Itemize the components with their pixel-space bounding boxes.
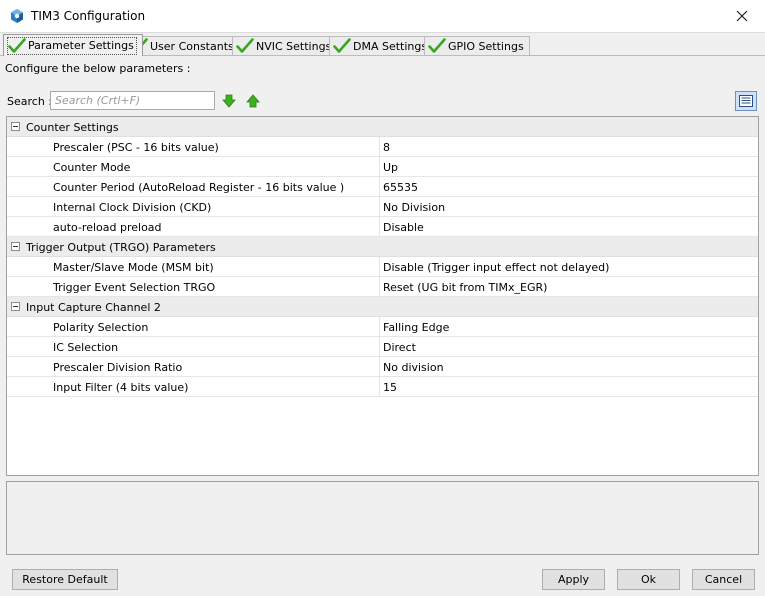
show-description-button[interactable] [735,91,757,111]
param-row[interactable]: auto-reload preload Disable [7,217,758,237]
param-value[interactable]: Up [383,161,398,174]
param-name: Prescaler (PSC - 16 bits value) [53,141,219,154]
tab-dma-settings[interactable]: DMA Settings [329,36,434,55]
green-check-icon [236,38,254,53]
param-row[interactable]: IC Selection Direct [7,337,758,357]
param-value[interactable]: Direct [383,341,416,354]
column-divider [379,177,380,196]
cancel-button[interactable]: Cancel [692,569,755,590]
tim3-configuration-dialog: TIM3 Configuration Parameter Settings Us… [0,0,765,596]
apply-button[interactable]: Apply [542,569,605,590]
column-divider [379,317,380,336]
tab-label: User Constants [150,39,234,53]
group-label: Input Capture Channel 2 [26,301,161,314]
title-bar: TIM3 Configuration [0,0,765,33]
param-name: IC Selection [53,341,119,354]
close-button[interactable] [719,0,765,32]
restore-default-button[interactable]: Restore Default [12,569,118,590]
configure-instructions: Configure the below parameters : [5,62,191,75]
param-row[interactable]: Master/Slave Mode (MSM bit) Disable (Tri… [7,257,758,277]
search-input[interactable] [50,91,215,110]
param-name: Master/Slave Mode (MSM bit) [53,261,214,274]
column-divider [379,217,380,236]
param-row[interactable]: Counter Period (AutoReload Register - 16… [7,177,758,197]
tab-label: NVIC Settings [256,39,332,53]
column-divider [379,377,380,396]
green-check-icon [428,38,446,53]
column-divider [379,357,380,376]
search-label: Search : [7,95,52,108]
ok-button[interactable]: Ok [617,569,680,590]
param-row[interactable]: Input Filter (4 bits value) 15 [7,377,758,397]
param-name: Prescaler Division Ratio [53,361,183,374]
param-name: Trigger Event Selection TRGO [53,281,216,294]
tab-label: Parameter Settings [28,39,134,52]
parameter-description-panel [6,481,759,555]
tab-parameter-settings[interactable]: Parameter Settings [3,34,143,56]
param-value[interactable]: 65535 [383,181,418,194]
group-label: Trigger Output (TRGO) Parameters [26,241,216,254]
mx-cube-icon [11,9,23,23]
tab-gpio-settings[interactable]: GPIO Settings [424,36,530,55]
search-next-arrow-down-icon[interactable] [222,94,236,108]
collapse-icon[interactable] [11,122,20,131]
param-name: Counter Mode [53,161,131,174]
param-row[interactable]: Prescaler (PSC - 16 bits value) 8 [7,137,758,157]
group-row-input-capture-channel-2[interactable]: Input Capture Channel 2 [7,297,758,317]
group-row-counter-settings[interactable]: Counter Settings [7,117,758,137]
param-value[interactable]: Falling Edge [383,321,449,334]
param-row[interactable]: Prescaler Division Ratio No division [7,357,758,377]
param-row[interactable]: Counter Mode Up [7,157,758,177]
tab-user-constants[interactable]: User Constants [126,36,240,55]
param-value[interactable]: Disable [383,221,424,234]
param-value[interactable]: 8 [383,141,390,154]
tab-nvic-settings[interactable]: NVIC Settings [232,36,338,55]
collapse-icon[interactable] [11,242,20,251]
column-divider [379,337,380,356]
green-check-icon [8,37,26,53]
tab-label: GPIO Settings [448,39,524,53]
close-icon [736,10,748,22]
group-row-trigger-output[interactable]: Trigger Output (TRGO) Parameters [7,237,758,257]
column-divider [379,277,380,296]
column-divider [379,137,380,156]
list-view-icon [739,95,753,107]
tab-label: DMA Settings [353,39,428,53]
param-name: auto-reload preload [53,221,162,234]
param-row[interactable]: Trigger Event Selection TRGO Reset (UG b… [7,277,758,297]
param-name: Internal Clock Division (CKD) [53,201,212,214]
param-value[interactable]: Disable (Trigger input effect not delaye… [383,261,609,274]
param-row[interactable]: Polarity Selection Falling Edge [7,317,758,337]
param-name: Input Filter (4 bits value) [53,381,189,394]
window-title: TIM3 Configuration [31,9,146,23]
column-divider [379,157,380,176]
parameter-table: Counter Settings Prescaler (PSC - 16 bit… [6,116,759,476]
param-name: Polarity Selection [53,321,149,334]
param-value[interactable]: No Division [383,201,445,214]
param-value[interactable]: No division [383,361,444,374]
collapse-icon[interactable] [11,302,20,311]
group-label: Counter Settings [26,121,119,134]
column-divider [379,257,380,276]
column-divider [379,197,380,216]
green-check-icon [333,38,351,53]
search-previous-arrow-up-icon[interactable] [246,94,260,108]
param-name: Counter Period (AutoReload Register - 16… [53,181,345,194]
param-row[interactable]: Internal Clock Division (CKD) No Divisio… [7,197,758,217]
tab-focus-outline: Parameter Settings [7,36,137,55]
param-value[interactable]: 15 [383,381,397,394]
param-value[interactable]: Reset (UG bit from TIMx_EGR) [383,281,547,294]
